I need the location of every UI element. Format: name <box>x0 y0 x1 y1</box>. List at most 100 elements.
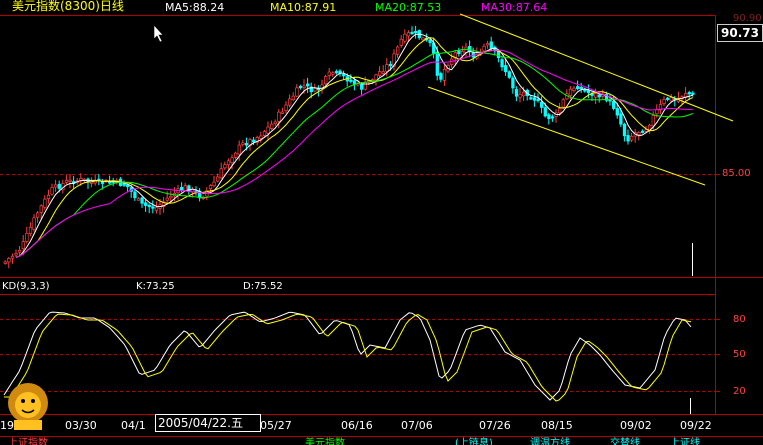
candle-body <box>208 185 213 190</box>
status-item[interactable]: 上证指数 <box>8 437 48 445</box>
candle-body <box>442 69 447 81</box>
candle-body <box>169 195 173 199</box>
status-item[interactable]: 上证线 <box>670 437 700 445</box>
candle-body <box>133 191 137 199</box>
date-label: 07/26 <box>479 419 511 432</box>
status-item[interactable]: 交替线 <box>610 437 640 445</box>
candle-body <box>651 115 655 127</box>
candle-body <box>428 39 432 44</box>
candle-body <box>266 126 270 134</box>
date-label: 06/16 <box>341 419 373 432</box>
candle-body <box>219 168 223 179</box>
candle-body <box>342 74 346 77</box>
date-label: 04/1 <box>121 419 146 432</box>
status-item[interactable]: (上链息) <box>455 437 493 445</box>
candle-body <box>644 129 648 132</box>
date-label: 09/22 <box>680 419 712 432</box>
candle-body <box>306 83 310 87</box>
chart-title: 美元指数(8300)日线 <box>12 0 124 13</box>
candle-body <box>406 32 411 37</box>
candle-body <box>486 43 490 46</box>
candle-body <box>514 89 519 97</box>
candle-body <box>230 157 234 164</box>
candle-body <box>637 132 641 135</box>
candle-body <box>151 206 155 209</box>
candle-body <box>612 100 616 109</box>
candle-body <box>295 87 299 97</box>
kd-level-50: 50 <box>733 349 746 360</box>
candle-body <box>594 93 598 98</box>
date-label: 07/06 <box>401 419 433 432</box>
candle-body <box>57 183 61 189</box>
candle-body <box>280 111 285 114</box>
price-label-85: 85.00 <box>722 168 751 179</box>
status-bar: 上证指数 美元指数 (上链息) 调温方线 交替线 上证线 <box>0 437 763 445</box>
status-item[interactable]: 调温方线 <box>530 437 570 445</box>
candle-body <box>122 183 126 186</box>
candle-body <box>536 98 540 102</box>
kd-level-80: 80 <box>733 314 746 325</box>
price-axis-top-partial: 90.90 <box>733 13 762 24</box>
candle-body <box>622 123 627 137</box>
kd-indicator-lines <box>3 311 692 402</box>
candle-body <box>144 202 148 206</box>
candle-body <box>597 94 601 98</box>
candle-body <box>349 79 353 82</box>
candle-body <box>572 87 576 92</box>
chart-canvas[interactable] <box>0 0 763 445</box>
candle-body <box>435 52 439 76</box>
candle-body <box>165 197 169 201</box>
status-item[interactable]: 美元指数 <box>305 437 345 445</box>
candle-body <box>273 121 277 124</box>
candle-body <box>640 130 645 133</box>
candle-body <box>363 81 367 90</box>
candle-body <box>439 73 443 80</box>
kd-level-20: 20 <box>733 386 746 397</box>
ma5-readout: MA5:88.24 <box>165 1 225 14</box>
candle-body <box>374 74 378 81</box>
candle-body <box>568 88 573 96</box>
candle-body <box>21 241 25 249</box>
candle-body <box>298 85 303 89</box>
candle-body <box>223 164 227 169</box>
candle-body <box>244 143 249 146</box>
candle-body <box>180 186 184 191</box>
date-label: 05/27 <box>260 419 292 432</box>
candle-body <box>36 212 40 218</box>
candle-body <box>284 104 288 111</box>
candle-body <box>241 142 245 145</box>
candle-body <box>43 198 47 208</box>
candle-body <box>183 185 187 191</box>
candle-body <box>666 97 670 100</box>
date-left-partial: 19 <box>0 419 14 432</box>
candle-body <box>381 71 385 74</box>
candle-body <box>237 144 241 155</box>
candle-body <box>576 86 580 90</box>
candle-body <box>360 83 364 90</box>
candle-body <box>399 38 403 46</box>
candle-body <box>212 181 216 187</box>
candle-body <box>154 207 159 211</box>
candle-body <box>331 72 335 75</box>
candle-body <box>396 46 400 55</box>
candle-body <box>655 109 659 115</box>
candle-body <box>50 187 54 195</box>
candle-body <box>414 30 418 34</box>
candle-body <box>579 86 583 90</box>
candle-body <box>550 116 555 119</box>
candle-body <box>543 107 547 117</box>
candle-body <box>500 59 504 68</box>
channel-upper-line[interactable] <box>459 13 734 122</box>
candle-body <box>457 50 461 55</box>
candle-body <box>511 77 515 89</box>
candle-body <box>507 71 511 78</box>
candle-body <box>504 65 508 73</box>
candle-body <box>615 108 619 116</box>
candle-body <box>252 139 256 143</box>
candle-body <box>46 194 51 200</box>
candle-body <box>262 131 267 136</box>
candle-body <box>558 108 562 114</box>
candle-body <box>147 204 151 208</box>
candle-body <box>669 97 673 102</box>
cursor-date-box: 2005/04/22.五 <box>155 414 261 432</box>
